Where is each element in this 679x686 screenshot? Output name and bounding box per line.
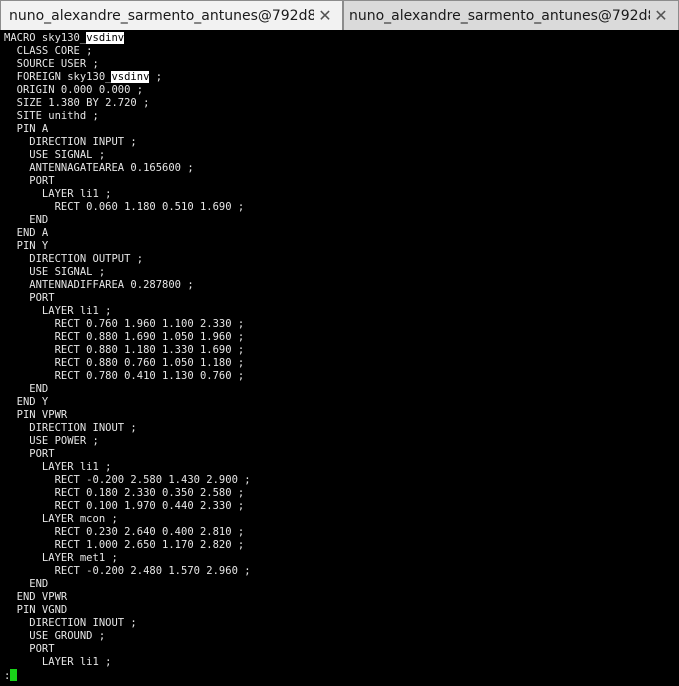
- terminal-line: PORT: [4, 175, 55, 187]
- terminal-line: PORT: [4, 643, 55, 655]
- tab-bar: nuno_alexandre_sarmento_antunes@792d8 ✕ …: [0, 0, 679, 30]
- search-highlight: vsdinv: [86, 32, 125, 44]
- terminal-line: END: [4, 578, 49, 590]
- terminal-line: RECT -0.200 2.480 1.570 2.960 ;: [4, 565, 251, 577]
- close-icon[interactable]: ✕: [650, 5, 672, 27]
- terminal-line: DIRECTION INOUT ;: [4, 422, 137, 434]
- terminal-output[interactable]: MACRO sky130_vsdinv CLASS CORE ; SOURCE …: [0, 31, 679, 686]
- macro-text: MACRO sky130_: [4, 32, 87, 44]
- terminal-line: SITE unithd ;: [4, 110, 99, 122]
- terminal-line: RECT 0.880 0.760 1.050 1.180 ;: [4, 357, 245, 369]
- terminal-line: DIRECTION OUTPUT ;: [4, 253, 144, 265]
- terminal-line: RECT 0.180 2.330 0.350 2.580 ;: [4, 487, 245, 499]
- search-highlight: vsdinv: [111, 71, 150, 83]
- terminal-line: RECT 0.100 1.970 0.440 2.330 ;: [4, 500, 245, 512]
- tab-title: nuno_alexandre_sarmento_antunes@792d8: [9, 7, 314, 24]
- terminal-line: RECT -0.200 2.580 1.430 2.900 ;: [4, 474, 251, 486]
- terminal-line: PORT: [4, 448, 55, 460]
- command-prompt[interactable]: :: [4, 669, 679, 682]
- tab-title: nuno_alexandre_sarmento_antunes@792d87..…: [349, 7, 650, 24]
- text-cursor: [10, 669, 18, 681]
- terminal-line: USE SIGNAL ;: [4, 266, 106, 278]
- terminal-line: RECT 0.060 1.180 0.510 1.690 ;: [4, 201, 245, 213]
- terminal-line: SOURCE USER ;: [4, 58, 99, 70]
- terminal-line: END: [4, 214, 49, 226]
- terminal-line: SIZE 1.380 BY 2.720 ;: [4, 97, 150, 109]
- terminal-window: nuno_alexandre_sarmento_antunes@792d8 ✕ …: [0, 0, 679, 686]
- terminal-line: LAYER mcon ;: [4, 513, 118, 525]
- terminal-line: END A: [4, 227, 49, 239]
- tab-terminal-1[interactable]: nuno_alexandre_sarmento_antunes@792d8 ✕: [0, 0, 343, 30]
- terminal-line: CLASS CORE ;: [4, 45, 93, 57]
- terminal-line: USE SIGNAL ;: [4, 149, 106, 161]
- terminal-line: DIRECTION INPUT ;: [4, 136, 137, 148]
- terminal-line: ANTENNAGATEAREA 0.165600 ;: [4, 162, 194, 174]
- terminal-line: RECT 1.000 2.650 1.170 2.820 ;: [4, 539, 245, 551]
- terminal-line: PIN Y: [4, 240, 49, 252]
- terminal-line: ANTENNADIFFAREA 0.287800 ;: [4, 279, 194, 291]
- terminal-line: PORT: [4, 292, 55, 304]
- terminal-line: PIN A: [4, 123, 49, 135]
- terminal-line: RECT 0.780 0.410 1.130 0.760 ;: [4, 370, 245, 382]
- foreign-suffix: ;: [149, 71, 163, 83]
- terminal-line: PIN VGND: [4, 604, 68, 616]
- terminal-line: USE POWER ;: [4, 435, 99, 447]
- terminal-lines: ORIGIN 0.000 0.000 ; SIZE 1.380 BY 2.720…: [4, 84, 679, 669]
- terminal-line: LAYER met1 ;: [4, 552, 118, 564]
- terminal-line: ORIGIN 0.000 0.000 ;: [4, 84, 144, 96]
- terminal-line: USE GROUND ;: [4, 630, 106, 642]
- terminal-line: END VPWR: [4, 591, 68, 603]
- terminal-line: PIN VPWR: [4, 409, 68, 421]
- terminal-line: RECT 0.760 1.960 1.100 2.330 ;: [4, 318, 245, 330]
- terminal-line: LAYER li1 ;: [4, 461, 112, 473]
- terminal-line: END Y: [4, 396, 49, 408]
- terminal-line: RECT 0.230 2.640 0.400 2.810 ;: [4, 526, 245, 538]
- terminal-line: LAYER li1 ;: [4, 305, 112, 317]
- terminal-line: MACRO sky130_vsdinv: [4, 32, 679, 45]
- terminal-line: DIRECTION INOUT ;: [4, 617, 137, 629]
- tab-terminal-2[interactable]: nuno_alexandre_sarmento_antunes@792d87..…: [343, 0, 679, 30]
- terminal-line: FOREIGN sky130_vsdinv ;: [4, 71, 679, 84]
- terminal-line: END: [4, 383, 49, 395]
- terminal-line: LAYER li1 ;: [4, 656, 112, 668]
- close-icon[interactable]: ✕: [314, 5, 336, 27]
- terminal-line: RECT 0.880 1.690 1.050 1.960 ;: [4, 331, 245, 343]
- terminal-line: LAYER li1 ;: [4, 188, 112, 200]
- foreign-text: FOREIGN sky130_: [4, 71, 112, 83]
- terminal-line: RECT 0.880 1.180 1.330 1.690 ;: [4, 344, 245, 356]
